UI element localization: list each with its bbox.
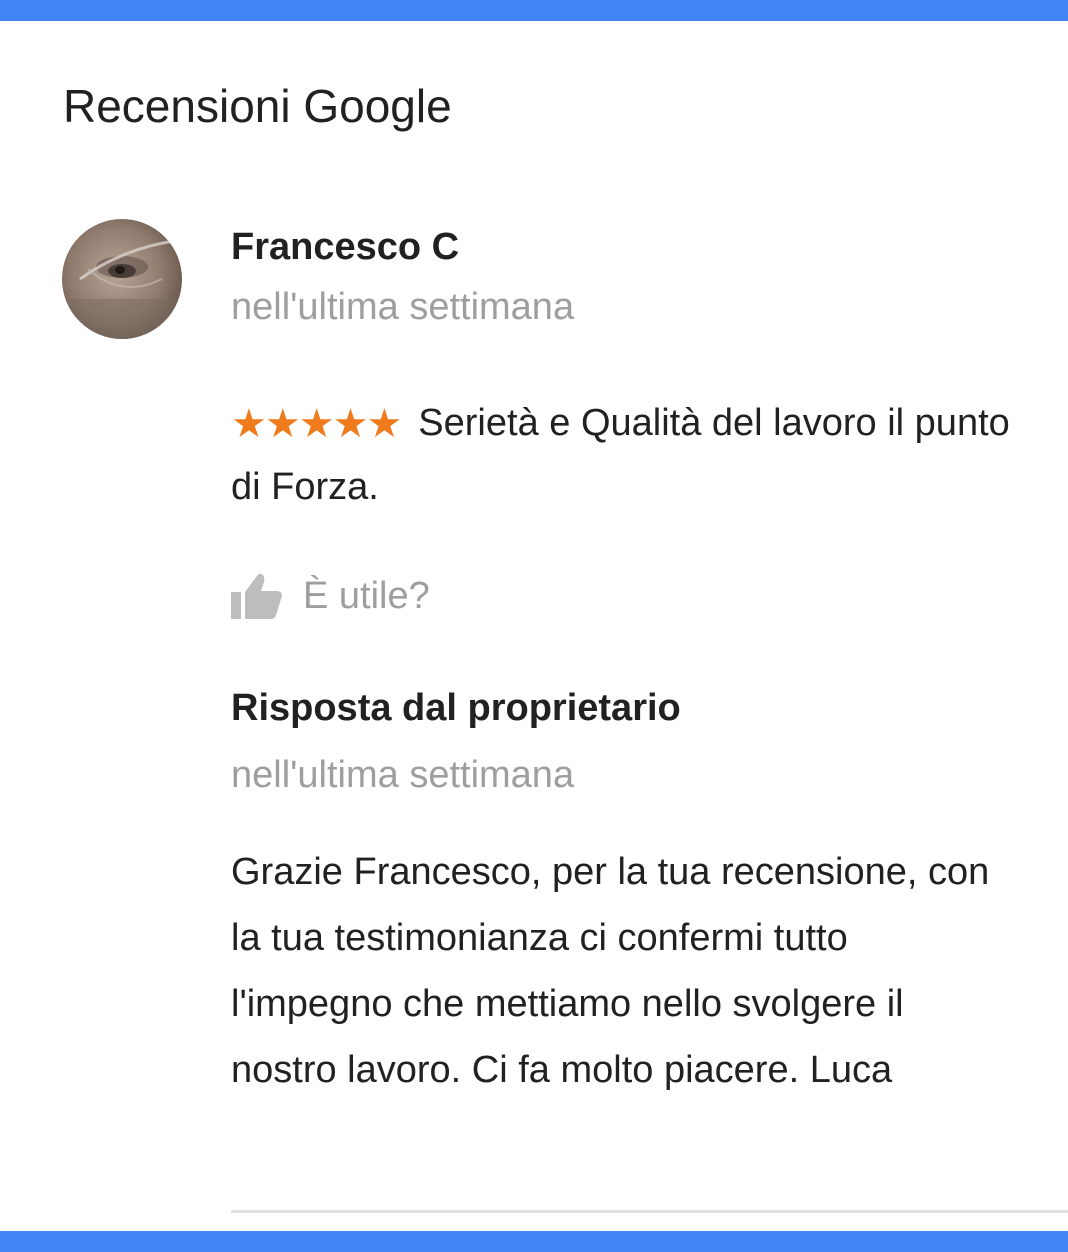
helpful-button[interactable]: È utile? (231, 565, 1011, 627)
top-accent-bar (0, 0, 1068, 21)
page-title: Recensioni Google (63, 80, 452, 132)
owner-response-date: nell'ultima settimana (231, 754, 575, 796)
owner-response-title: Risposta dal proprietario (231, 687, 681, 729)
review-author[interactable]: Francesco C (231, 218, 1011, 276)
thumbs-up-icon (231, 572, 283, 620)
helpful-label: È utile? (303, 574, 430, 617)
review-body: ★★★★★ Serietà e Qualità del lavoro il pun… (231, 390, 1011, 519)
star-rating: ★★★★★ (231, 402, 402, 446)
bottom-accent-bar (0, 1231, 1068, 1252)
divider (231, 1210, 1068, 1213)
avatar-photo (62, 219, 182, 339)
review-date: nell'ultima settimana (231, 286, 575, 328)
review-content: Francesco C nell'ultima settimana ★★★★★ S… (231, 218, 1011, 1103)
avatar[interactable] (62, 219, 182, 339)
owner-response-text: Grazie Francesco, per la tua recensione,… (231, 851, 990, 1091)
